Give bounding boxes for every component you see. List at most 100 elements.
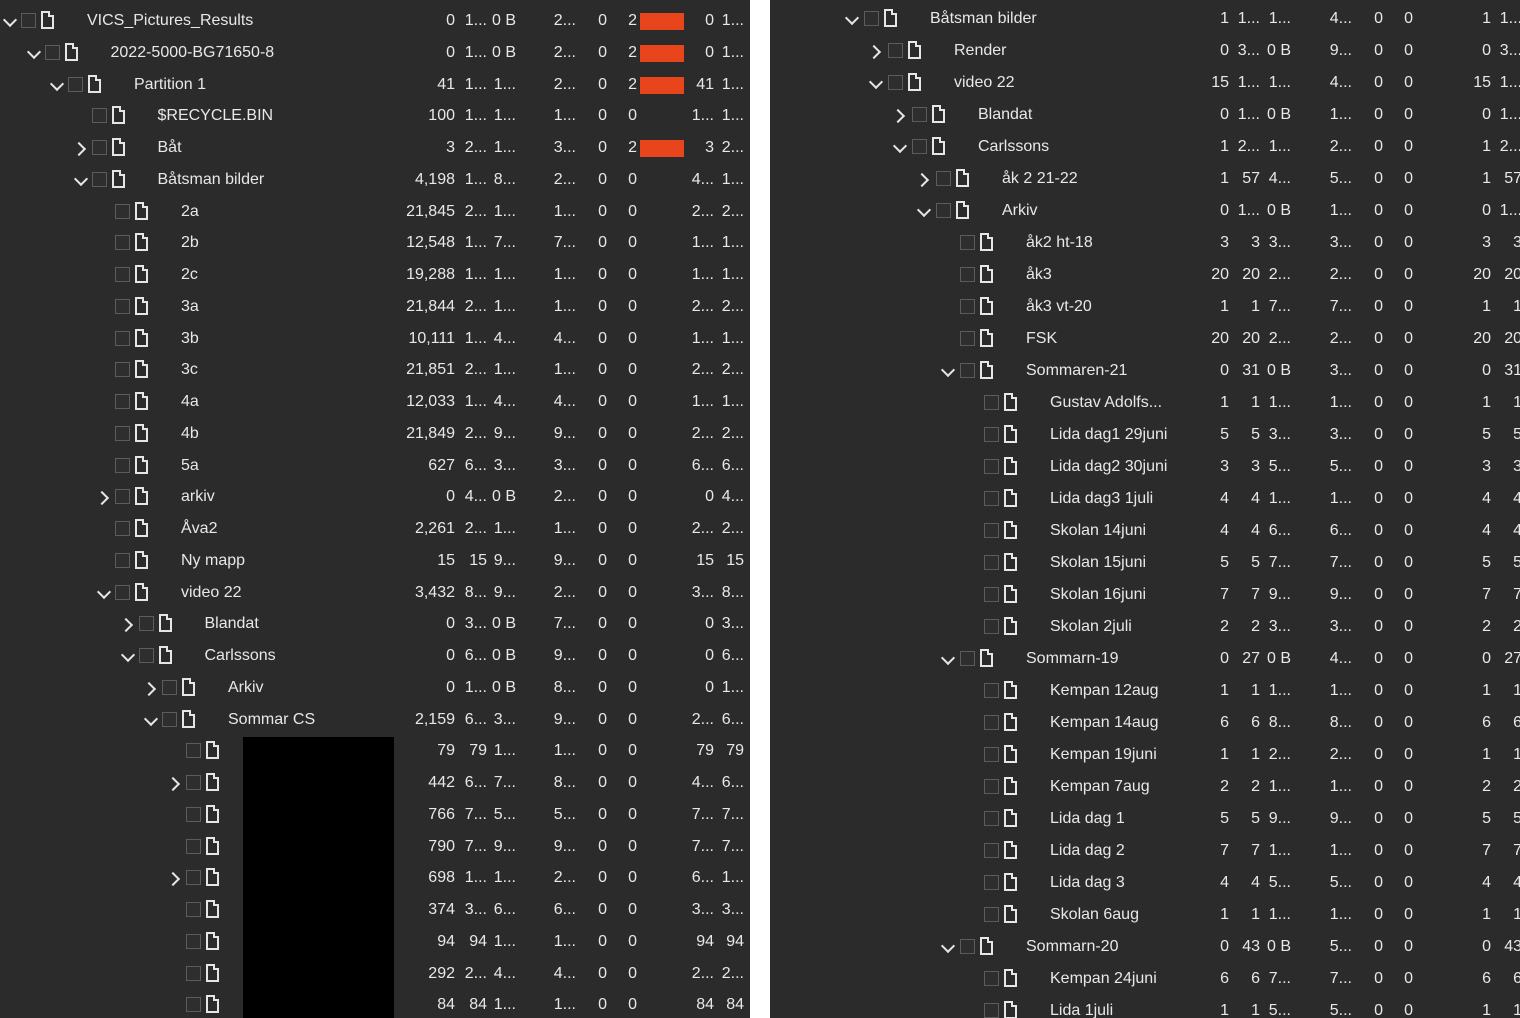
row-checkbox[interactable] [185,775,201,790]
row-checkbox[interactable] [936,203,951,218]
row-checkbox[interactable] [115,298,130,314]
row-checkbox[interactable] [115,521,130,536]
row-checkbox[interactable] [21,13,36,28]
row-checkbox[interactable] [984,555,999,570]
tree-row[interactable]: Lida dag 1 5 5 9... 9... 0 0 5 5 [770,803,1520,835]
row-checkbox[interactable] [115,203,130,219]
row-checkbox[interactable] [185,806,201,822]
chevron-down-icon[interactable] [26,45,42,61]
row-checkbox[interactable] [91,108,107,124]
tree-row[interactable]: Kempan 14aug 6 6 8... 8... 0 0 6 6 [770,707,1520,739]
chevron-right-icon[interactable] [73,140,89,156]
row-checkbox[interactable] [960,331,975,346]
row-checkbox[interactable] [984,811,999,826]
row-checkbox[interactable] [162,679,177,695]
tree-row[interactable]: Sommar CS 2,159 6... 3... 9... 0 0 2... 6... [0,704,750,736]
row-checkbox[interactable] [912,139,927,154]
chevron-down-icon[interactable] [868,75,884,91]
tree-row[interactable]: Skolan 14juni 4 4 6... 6... 0 0 4 4 [770,515,1520,547]
row-checkbox[interactable] [984,907,999,922]
row-checkbox[interactable] [984,715,999,730]
tree-row[interactable]: 5a 627 6... 3... 3... 0 0 6... 6... [0,450,750,482]
tree-row[interactable]: Kempan 7aug 2 2 1... 1... 0 0 2 2 [770,771,1520,803]
row-checkbox[interactable] [138,616,154,632]
tree-row[interactable]: 3b 10,111 1... 4... 4... 0 0 1... 1... [0,323,750,355]
tree-row[interactable]: Lida dag 3 4 4 5... 5... 0 0 4 4 [770,867,1520,899]
tree-row[interactable]: Sommarn-20 0 43 0 B 5... 0 0 0 43 [770,931,1520,963]
tree-row[interactable]: Båt 3 2... 1... 3... 0 2 3 2... [0,132,750,164]
tree-row[interactable]: Lida 1juli 1 1 5... 5... 0 0 1 1 [770,995,1520,1018]
tree-row[interactable]: 2b 12,548 1... 7... 7... 0 0 1... 1... [0,227,750,259]
tree-row[interactable]: Sommarn-19 0 27 0 B 4... 0 0 0 27 [770,643,1520,675]
row-checkbox[interactable] [888,43,903,58]
chevron-down-icon[interactable] [844,11,860,27]
tree-row[interactable]: Lida dag 2 7 7 1... 1... 0 0 7 7 [770,835,1520,867]
tree-row[interactable]: Lida dag1 29juni 5 5 3... 3... 0 0 5 5 [770,419,1520,451]
chevron-right-icon[interactable] [120,616,136,632]
tree-row[interactable]: 2022-5000-BG71650-8 0 1... 0 B 2... 0 2 0 1... [0,37,750,69]
row-checkbox[interactable] [115,267,130,282]
row-checkbox[interactable] [185,743,201,759]
row-checkbox[interactable] [185,902,201,917]
row-checkbox[interactable] [984,395,999,410]
row-checkbox[interactable] [960,651,975,666]
row-checkbox[interactable] [960,299,975,314]
row-checkbox[interactable] [960,235,975,250]
row-checkbox[interactable] [185,838,201,854]
row-checkbox[interactable] [115,235,130,251]
row-checkbox[interactable] [984,459,999,474]
tree-row[interactable]: video 22 15 1... 1... 4... 0 0 15 1... [770,67,1520,99]
chevron-right-icon[interactable] [868,43,884,59]
tree-row[interactable]: Skolan 15juni 5 5 7... 7... 0 0 5 5 [770,547,1520,579]
row-checkbox[interactable] [115,489,130,505]
chevron-down-icon[interactable] [2,13,18,29]
row-checkbox[interactable] [115,394,130,409]
row-checkbox[interactable] [984,427,999,442]
tree-row[interactable]: arkiv 0 4... 0 B 2... 0 0 0 4... [0,481,750,513]
row-checkbox[interactable] [185,870,201,886]
row-checkbox[interactable] [91,171,107,187]
row-checkbox[interactable] [960,939,975,954]
tree-row[interactable]: Skolan 2juli 2 2 3... 3... 0 0 2 2 [770,611,1520,643]
chevron-down-icon[interactable] [916,203,932,219]
tree-row[interactable]: Ny mapp 15 15 9... 9... 0 0 15 15 [0,545,750,577]
tree-row[interactable]: FSK 20 20 2... 2... 0 0 20 20 [770,323,1520,355]
row-checkbox[interactable] [936,171,951,186]
tree-row[interactable]: Båtsman bilder 4,198 1... 8... 2... 0 0 4... 1..… [0,164,750,196]
tree-row[interactable]: Arkiv 0 1... 0 B 1... 0 0 0 1... [770,195,1520,227]
row-checkbox[interactable] [162,711,177,727]
row-checkbox[interactable] [115,584,130,600]
chevron-right-icon[interactable] [916,171,932,187]
chevron-down-icon[interactable] [73,172,89,188]
row-checkbox[interactable] [912,107,927,122]
tree-row[interactable]: Blandat 0 1... 0 B 1... 0 0 0 1... [770,99,1520,131]
tree-row[interactable]: Partition 1 41 1... 1... 2... 0 2 41 1... [0,69,750,101]
chevron-down-icon[interactable] [120,648,136,664]
row-checkbox[interactable] [984,779,999,794]
row-checkbox[interactable] [91,140,107,155]
tree-row[interactable]: åk3 vt-20 1 1 7... 7... 0 0 1 1 [770,291,1520,323]
row-checkbox[interactable] [984,683,999,698]
row-checkbox[interactable] [984,523,999,538]
row-checkbox[interactable] [115,457,130,473]
row-checkbox[interactable] [185,933,201,949]
row-checkbox[interactable] [984,971,999,986]
chevron-right-icon[interactable] [96,489,112,505]
tree-row[interactable]: Båtsman bilder 1 1... 1... 4... 0 0 1 1... [770,3,1520,35]
row-checkbox[interactable] [960,267,975,282]
row-checkbox[interactable] [115,425,130,441]
chevron-down-icon[interactable] [49,77,65,93]
row-checkbox[interactable] [115,330,130,346]
chevron-down-icon[interactable] [940,939,956,955]
chevron-down-icon[interactable] [892,139,908,155]
tree-row[interactable]: Sommaren-21 0 31 0 B 3... 0 0 0 31 [770,355,1520,387]
tree-row[interactable]: 2c 19,288 1... 1... 1... 0 0 1... 1... [0,259,750,291]
row-checkbox[interactable] [960,363,975,378]
chevron-right-icon[interactable] [167,775,183,791]
tree-row[interactable]: åk3 20 20 2... 2... 0 0 20 20 [770,259,1520,291]
row-checkbox[interactable] [984,875,999,890]
row-checkbox[interactable] [138,648,154,663]
row-checkbox[interactable] [864,11,879,26]
row-checkbox[interactable] [185,997,201,1013]
tree-row[interactable]: åk2 ht-18 3 3 3... 3... 0 0 3 3 [770,227,1520,259]
